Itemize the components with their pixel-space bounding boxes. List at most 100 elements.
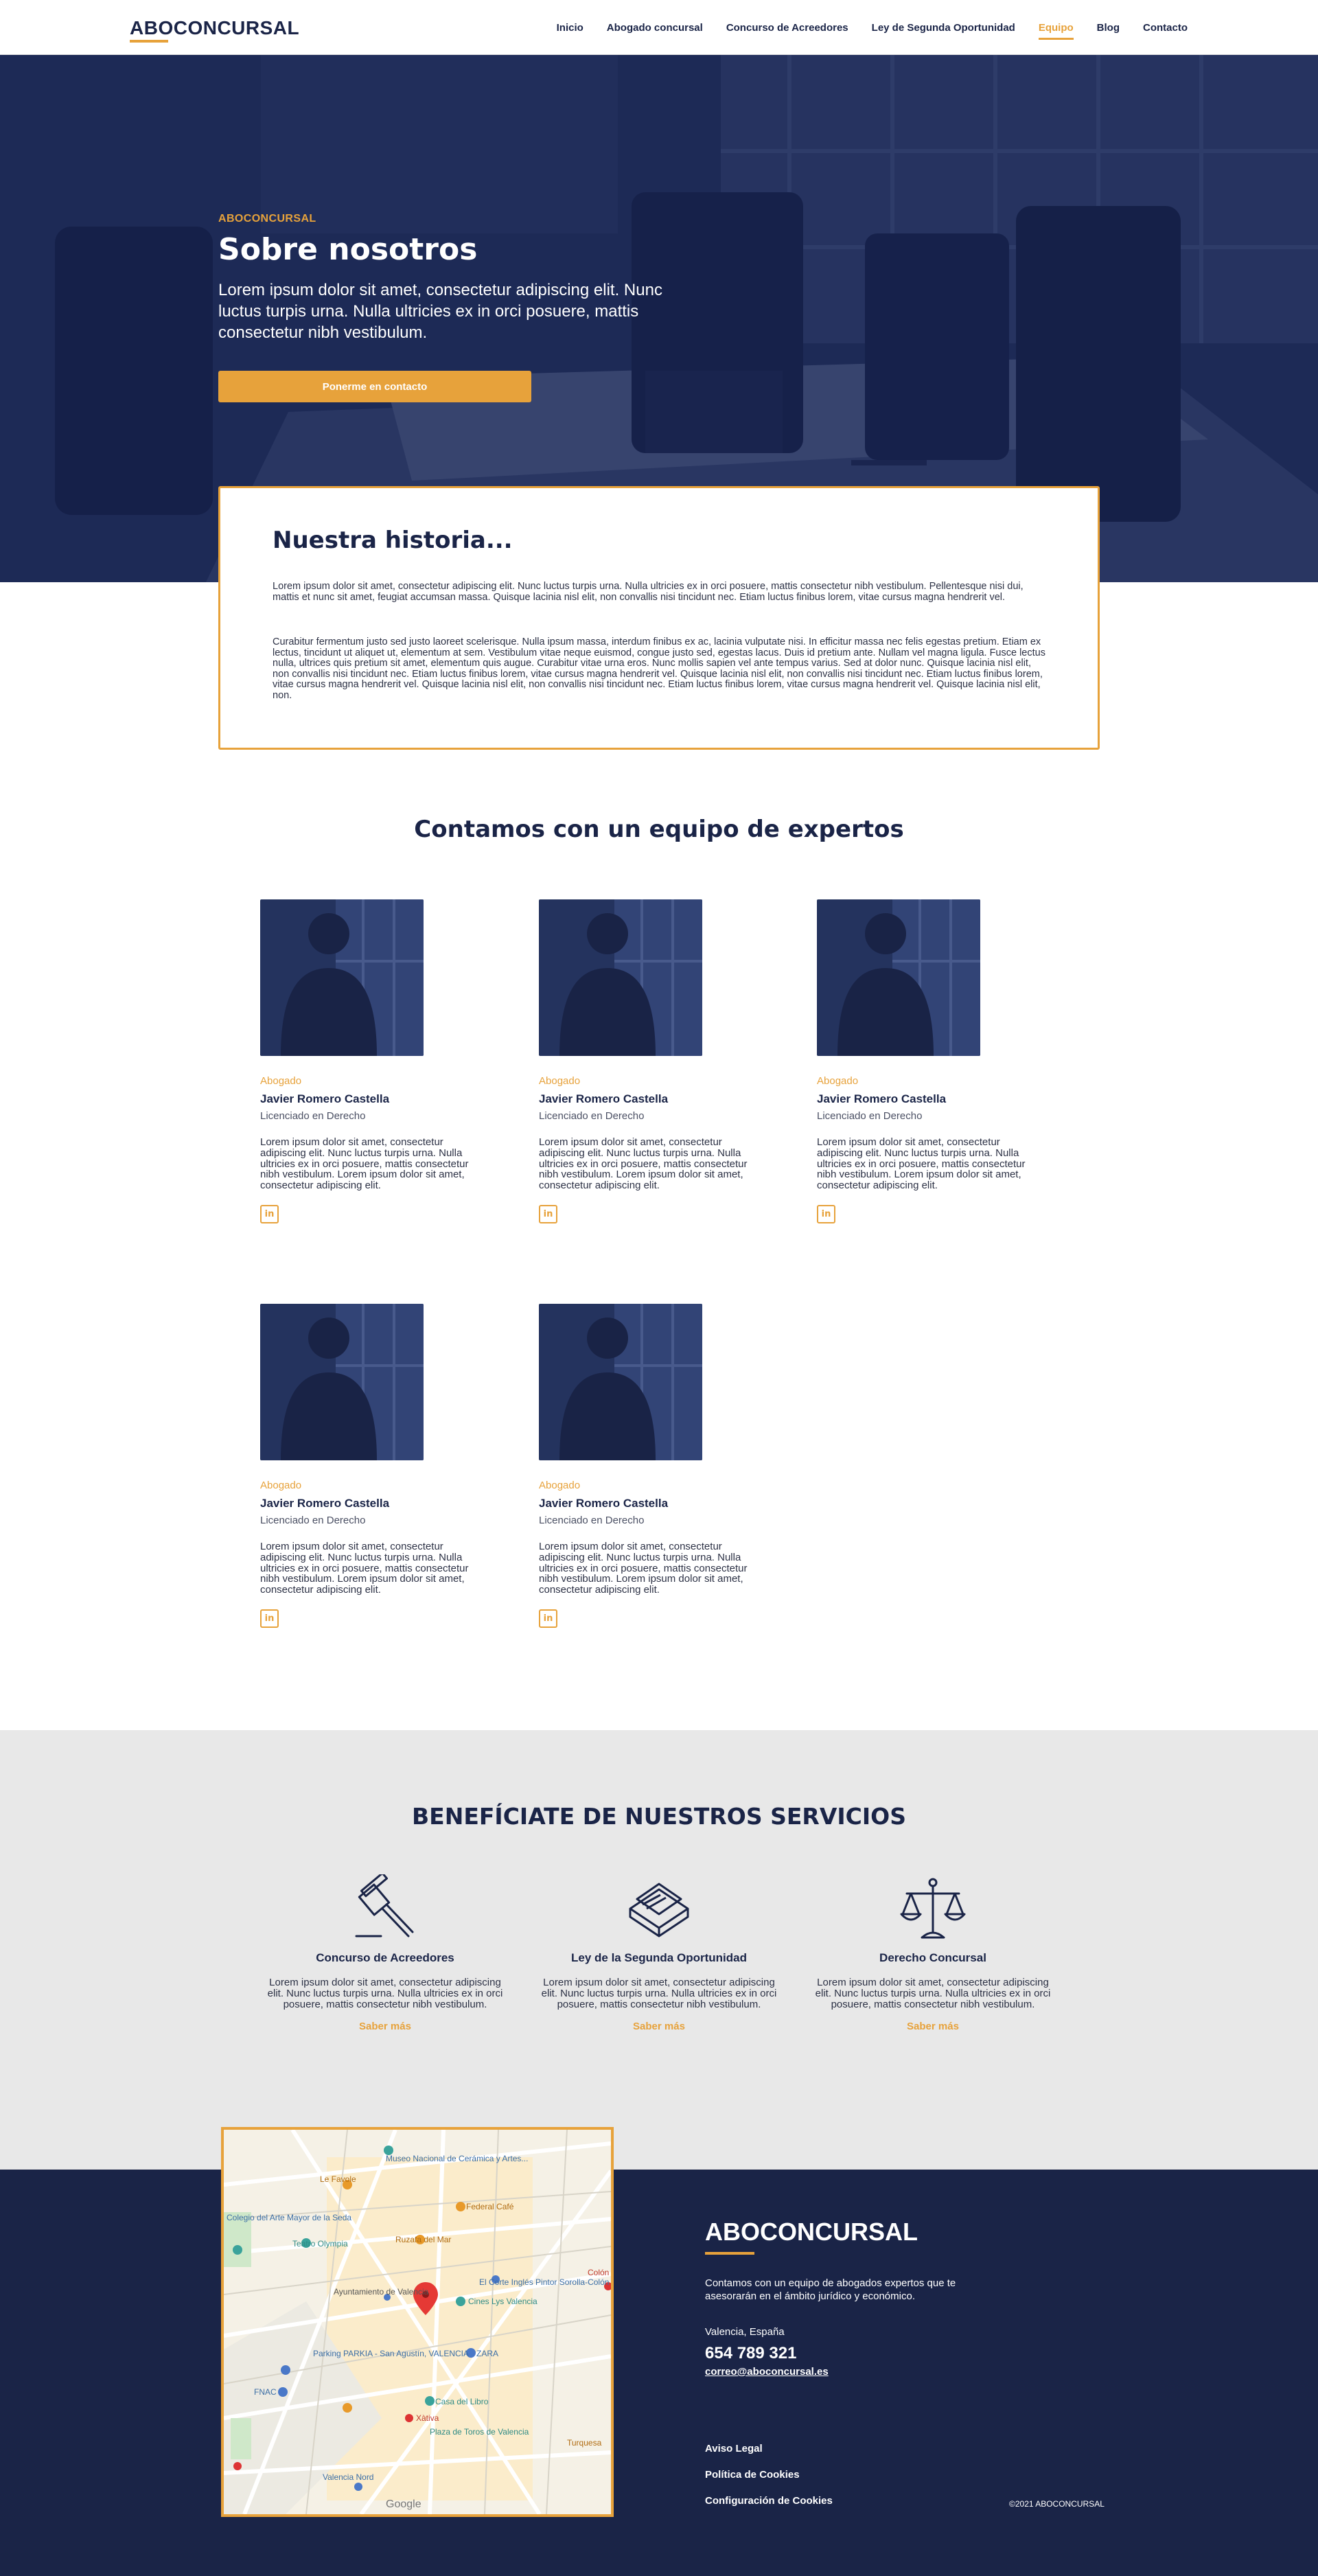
main-nav: Inicio Abogado concursal Concurso de Acr… xyxy=(557,0,1188,55)
hero-text: Lorem ipsum dolor sit amet, consectetur … xyxy=(218,281,662,342)
team-member-photo xyxy=(817,899,980,1056)
map-label: Le Favole xyxy=(320,2174,356,2184)
team-member-role: Abogado xyxy=(539,1480,581,1491)
gavel-icon xyxy=(351,1872,419,1943)
team-member-card: Abogado Javier Romero Castella Licenciad… xyxy=(260,1304,494,1628)
map-label: Xàtiva xyxy=(416,2413,439,2423)
team-member-bio: Lorem ipsum dolor sit amet, consectetur … xyxy=(539,1541,748,1596)
google-logo: Google xyxy=(386,2498,421,2510)
cookies-settings-link[interactable]: Configuración de Cookies xyxy=(705,2495,833,2507)
team-member-card: Abogado Javier Romero Castella Licenciad… xyxy=(539,899,772,1223)
team-member-degree: Licenciado en Derecho xyxy=(260,1110,366,1122)
service-name: Concurso de Acreedores xyxy=(316,1951,454,1964)
team-member-role: Abogado xyxy=(817,1075,859,1087)
map-label: Parking PARKIA - San Agustín, VALENCIA xyxy=(313,2349,469,2358)
map-label: Federal Café xyxy=(466,2202,514,2211)
services-section: BENEFÍCIATE DE NUESTROS SERVICIOS Concur… xyxy=(0,1730,1318,2170)
map-graphic: Museo Nacional de Cerámica y Artes... Fe… xyxy=(224,2130,611,2514)
nav-item-concurso-acreedores[interactable]: Concurso de Acreedores xyxy=(726,0,848,55)
team-member-degree: Licenciado en Derecho xyxy=(260,1515,366,1526)
map-label: FNAC xyxy=(254,2387,277,2397)
hero-content: ABOCONCURSAL Sobre nosotros Lorem ipsum … xyxy=(218,213,685,402)
team-member-degree: Licenciado en Derecho xyxy=(817,1110,923,1122)
team-member-card: Abogado Javier Romero Castella Licenciad… xyxy=(817,899,1050,1223)
saber-mas-link[interactable]: Saber más xyxy=(265,2021,505,2032)
cookies-policy-link[interactable]: Política de Cookies xyxy=(705,2469,800,2481)
team-member-degree: Licenciado en Derecho xyxy=(539,1110,645,1122)
site-logo[interactable]: ABOCONCURSAL xyxy=(130,17,299,39)
service-name: Ley de la Segunda Oportunidad xyxy=(571,1951,747,1964)
copyright: ©2021 ABOCONCURSAL xyxy=(1009,2499,1105,2509)
service-card: Concurso de Acreedores Lorem ipsum dolor… xyxy=(265,1872,505,2032)
map-label: Cines Lys Valencia xyxy=(468,2297,537,2306)
map-label: Ayuntamiento de Valencia xyxy=(334,2287,429,2297)
team-member-photo xyxy=(260,1304,424,1460)
team-member-bio: Lorem ipsum dolor sit amet, consectetur … xyxy=(817,1136,1026,1192)
footer-city: Valencia, España xyxy=(705,2326,785,2338)
linkedin-icon[interactable]: in xyxy=(260,1609,279,1628)
footer-phone[interactable]: 654 789 321 xyxy=(705,2344,796,2363)
nav-item-contacto[interactable]: Contacto xyxy=(1143,0,1188,55)
story-paragraph-2: Curabitur fermentum justo sed justo laor… xyxy=(273,636,1045,701)
logo-underline xyxy=(130,40,168,43)
location-map[interactable]: Museo Nacional de Cerámica y Artes... Fe… xyxy=(221,2127,614,2517)
team-member-card: Abogado Javier Romero Castella Licenciad… xyxy=(539,1304,772,1628)
aviso-legal-link[interactable]: Aviso Legal xyxy=(705,2443,763,2454)
team-title: Contamos con un equipo de expertos xyxy=(414,816,904,843)
footer-email-link[interactable]: correo@aboconcursal.es xyxy=(705,2366,829,2378)
service-text: Lorem ipsum dolor sit amet, consectetur … xyxy=(267,1977,503,2010)
team-member-photo xyxy=(539,1304,702,1460)
nav-item-abogado-concursal[interactable]: Abogado concursal xyxy=(607,0,703,55)
site-footer xyxy=(0,2170,1318,2576)
team-member-bio: Lorem ipsum dolor sit amet, consectetur … xyxy=(260,1136,469,1192)
linkedin-icon[interactable]: in xyxy=(817,1204,835,1223)
service-text: Lorem ipsum dolor sit amet, consectetur … xyxy=(815,1977,1051,2010)
team-member-role: Abogado xyxy=(539,1075,581,1087)
linkedin-icon[interactable]: in xyxy=(260,1204,279,1223)
team-member-name: Javier Romero Castella xyxy=(539,1092,669,1105)
team-member-photo xyxy=(260,899,424,1056)
page-title: Sobre nosotros xyxy=(218,232,478,267)
scales-icon xyxy=(899,1874,967,1943)
map-label: Plaza de Toros de Valencia xyxy=(430,2427,529,2437)
saber-mas-link[interactable]: Saber más xyxy=(539,2021,779,2032)
map-label: Valencia Nord xyxy=(323,2472,373,2482)
nav-item-inicio[interactable]: Inicio xyxy=(557,0,583,55)
map-label: ZARA xyxy=(476,2349,498,2358)
nav-item-equipo[interactable]: Equipo xyxy=(1038,0,1074,55)
story-title: Nuestra historia... xyxy=(273,527,513,554)
team-member-bio: Lorem ipsum dolor sit amet, consectetur … xyxy=(260,1541,469,1596)
map-label: Museo Nacional de Cerámica y Artes... xyxy=(386,2154,528,2163)
team-member-name: Javier Romero Castella xyxy=(260,1092,390,1105)
map-label: El Corte Inglés Pintor Sorolla-Colón Edi… xyxy=(479,2277,611,2287)
team-member-name: Javier Romero Castella xyxy=(817,1092,947,1105)
map-label: Teatro Olympia xyxy=(292,2239,348,2249)
service-text: Lorem ipsum dolor sit amet, consectetur … xyxy=(541,1977,777,2010)
map-label: Ruzafa del Mar xyxy=(395,2235,451,2244)
saber-mas-link[interactable]: Saber más xyxy=(813,2021,1053,2032)
team-member-role: Abogado xyxy=(260,1075,302,1087)
service-card: Ley de la Segunda Oportunidad Lorem ipsu… xyxy=(539,1874,779,2032)
page: ABOCONCURSAL Inicio Abogado concursal Co… xyxy=(0,0,1318,2576)
map-label: Casa del Libro xyxy=(435,2397,489,2406)
linkedin-icon[interactable]: in xyxy=(539,1204,557,1223)
nav-item-blog[interactable]: Blog xyxy=(1097,0,1120,55)
contact-button[interactable]: Ponerme en contacto xyxy=(218,371,531,402)
story-card: Nuestra historia... Lorem ipsum dolor si… xyxy=(218,486,1100,750)
service-card: Derecho Concursal Lorem ipsum dolor sit … xyxy=(813,1874,1053,2032)
team-member-name: Javier Romero Castella xyxy=(539,1497,669,1510)
footer-logo[interactable]: ABOCONCURSAL xyxy=(705,2218,918,2246)
book-icon xyxy=(625,1874,693,1943)
team-member-photo xyxy=(539,899,702,1056)
service-name: Derecho Concursal xyxy=(879,1951,986,1964)
linkedin-icon[interactable]: in xyxy=(539,1609,557,1628)
footer-logo-underline xyxy=(705,2252,754,2255)
team-member-degree: Licenciado en Derecho xyxy=(539,1515,645,1526)
team-member-role: Abogado xyxy=(260,1480,302,1491)
team-member-name: Javier Romero Castella xyxy=(260,1497,390,1510)
hero-eyebrow: ABOCONCURSAL xyxy=(218,213,316,225)
map-label: Colón xyxy=(588,2268,609,2277)
story-paragraph-1: Lorem ipsum dolor sit amet, consectetur … xyxy=(273,581,1024,603)
team-member-card: Abogado Javier Romero Castella Licenciad… xyxy=(260,899,494,1223)
nav-item-segunda-oportunidad[interactable]: Ley de Segunda Oportunidad xyxy=(872,0,1015,55)
